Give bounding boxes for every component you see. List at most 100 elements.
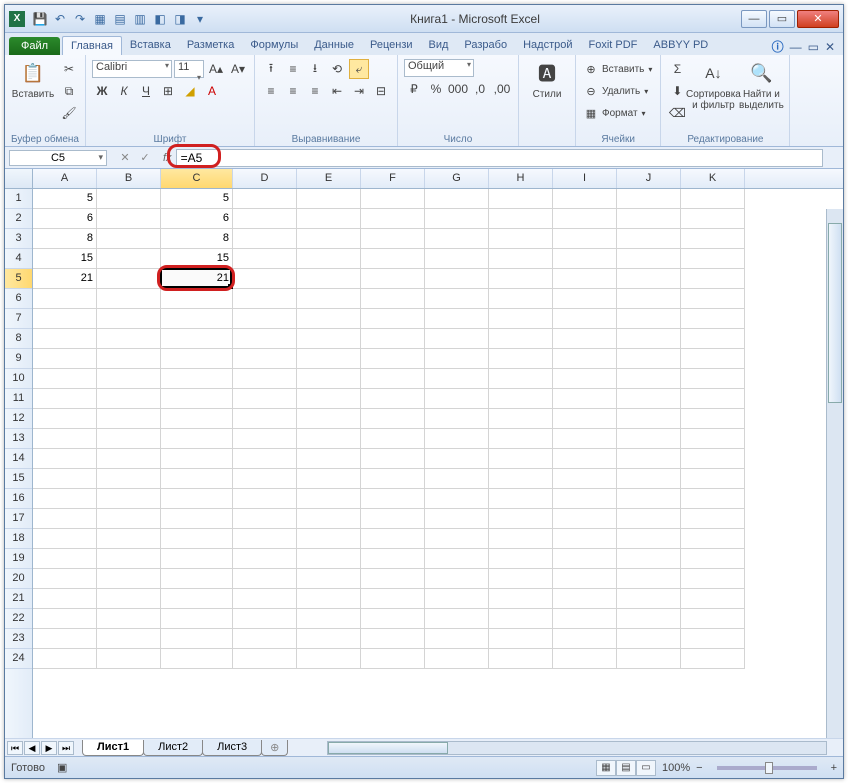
align-top-icon[interactable]: ⭱: [261, 59, 281, 79]
sheet-tab[interactable]: Лист3: [202, 740, 262, 756]
cell[interactable]: [297, 389, 361, 409]
cell[interactable]: [681, 529, 745, 549]
cell[interactable]: [425, 429, 489, 449]
indent-dec-icon[interactable]: ⇤: [327, 81, 347, 101]
ribbon-tab-вставка[interactable]: Вставка: [122, 36, 179, 55]
cell[interactable]: [681, 349, 745, 369]
cell[interactable]: [361, 509, 425, 529]
column-header[interactable]: B: [97, 169, 161, 188]
cell[interactable]: [681, 549, 745, 569]
cell[interactable]: [425, 249, 489, 269]
cell[interactable]: [233, 229, 297, 249]
cell[interactable]: [617, 289, 681, 309]
cell[interactable]: [361, 269, 425, 289]
cell[interactable]: [681, 229, 745, 249]
cell[interactable]: [361, 369, 425, 389]
cell[interactable]: [97, 229, 161, 249]
cell[interactable]: [361, 549, 425, 569]
cell[interactable]: [681, 449, 745, 469]
align-right-icon[interactable]: ≡: [305, 81, 325, 101]
column-header[interactable]: A: [33, 169, 97, 188]
cell[interactable]: [681, 209, 745, 229]
format-painter-icon[interactable]: 🖌: [59, 103, 79, 123]
cell[interactable]: [553, 409, 617, 429]
cell[interactable]: [297, 329, 361, 349]
cell[interactable]: [553, 189, 617, 209]
cell[interactable]: [425, 309, 489, 329]
cell[interactable]: [425, 589, 489, 609]
cell[interactable]: [297, 369, 361, 389]
row-header[interactable]: 1: [5, 189, 32, 209]
cell[interactable]: [161, 449, 233, 469]
cell[interactable]: [33, 649, 97, 669]
cell[interactable]: [361, 469, 425, 489]
ribbon-tab-главная[interactable]: Главная: [62, 36, 122, 55]
cell[interactable]: 6: [161, 209, 233, 229]
column-header[interactable]: E: [297, 169, 361, 188]
cell[interactable]: [233, 389, 297, 409]
cell[interactable]: [297, 249, 361, 269]
cell[interactable]: [361, 429, 425, 449]
cell[interactable]: [33, 289, 97, 309]
cell[interactable]: [297, 209, 361, 229]
cell[interactable]: [425, 649, 489, 669]
cell[interactable]: [361, 609, 425, 629]
ribbon-tab-данные[interactable]: Данные: [306, 36, 362, 55]
cell[interactable]: [425, 629, 489, 649]
cell[interactable]: 8: [33, 229, 97, 249]
cell[interactable]: [681, 469, 745, 489]
fx-label[interactable]: fx: [159, 152, 176, 164]
cell[interactable]: [489, 509, 553, 529]
cell[interactable]: [161, 409, 233, 429]
inc-decimal-icon[interactable]: ,0: [470, 79, 490, 99]
cell[interactable]: [489, 389, 553, 409]
cell[interactable]: [97, 509, 161, 529]
cell[interactable]: [489, 189, 553, 209]
ribbon-tab-рецензи[interactable]: Рецензи: [362, 36, 421, 55]
sheet-first-icon[interactable]: ⏮: [7, 741, 23, 755]
cell[interactable]: [97, 529, 161, 549]
cell[interactable]: [617, 369, 681, 389]
cell[interactable]: [297, 489, 361, 509]
cell[interactable]: [361, 629, 425, 649]
inner-restore-icon[interactable]: ▭: [808, 40, 819, 54]
cell[interactable]: [553, 469, 617, 489]
cell[interactable]: [233, 569, 297, 589]
cell[interactable]: [489, 349, 553, 369]
cell[interactable]: [553, 569, 617, 589]
zoom-in-icon[interactable]: +: [831, 762, 837, 774]
cell[interactable]: 5: [161, 189, 233, 209]
cell[interactable]: [161, 309, 233, 329]
cell[interactable]: [617, 209, 681, 229]
row-header[interactable]: 10: [5, 369, 32, 389]
cell[interactable]: [233, 289, 297, 309]
cell[interactable]: [97, 189, 161, 209]
cell[interactable]: [233, 609, 297, 629]
cell[interactable]: [553, 429, 617, 449]
cell[interactable]: [361, 249, 425, 269]
minimize-button[interactable]: —: [741, 10, 767, 28]
page-break-view-icon[interactable]: ▭: [636, 760, 656, 776]
percent-icon[interactable]: %: [426, 79, 446, 99]
cell[interactable]: [97, 569, 161, 589]
row-header[interactable]: 5: [5, 269, 32, 289]
inner-minimize-icon[interactable]: —: [790, 40, 802, 54]
cell[interactable]: [297, 189, 361, 209]
cell[interactable]: [97, 609, 161, 629]
cell[interactable]: [681, 509, 745, 529]
cell[interactable]: [553, 389, 617, 409]
cell[interactable]: 21: [33, 269, 97, 289]
row-header[interactable]: 14: [5, 449, 32, 469]
cell[interactable]: [681, 569, 745, 589]
font-name-select[interactable]: Calibri: [92, 60, 172, 78]
qat-icon[interactable]: ▥: [131, 10, 149, 28]
cell[interactable]: [97, 349, 161, 369]
column-header[interactable]: J: [617, 169, 681, 188]
cell[interactable]: [425, 469, 489, 489]
cell[interactable]: [617, 389, 681, 409]
qat-icon[interactable]: ◧: [151, 10, 169, 28]
align-middle-icon[interactable]: ≡: [283, 59, 303, 79]
column-header[interactable]: F: [361, 169, 425, 188]
cell[interactable]: [617, 429, 681, 449]
row-header[interactable]: 22: [5, 609, 32, 629]
